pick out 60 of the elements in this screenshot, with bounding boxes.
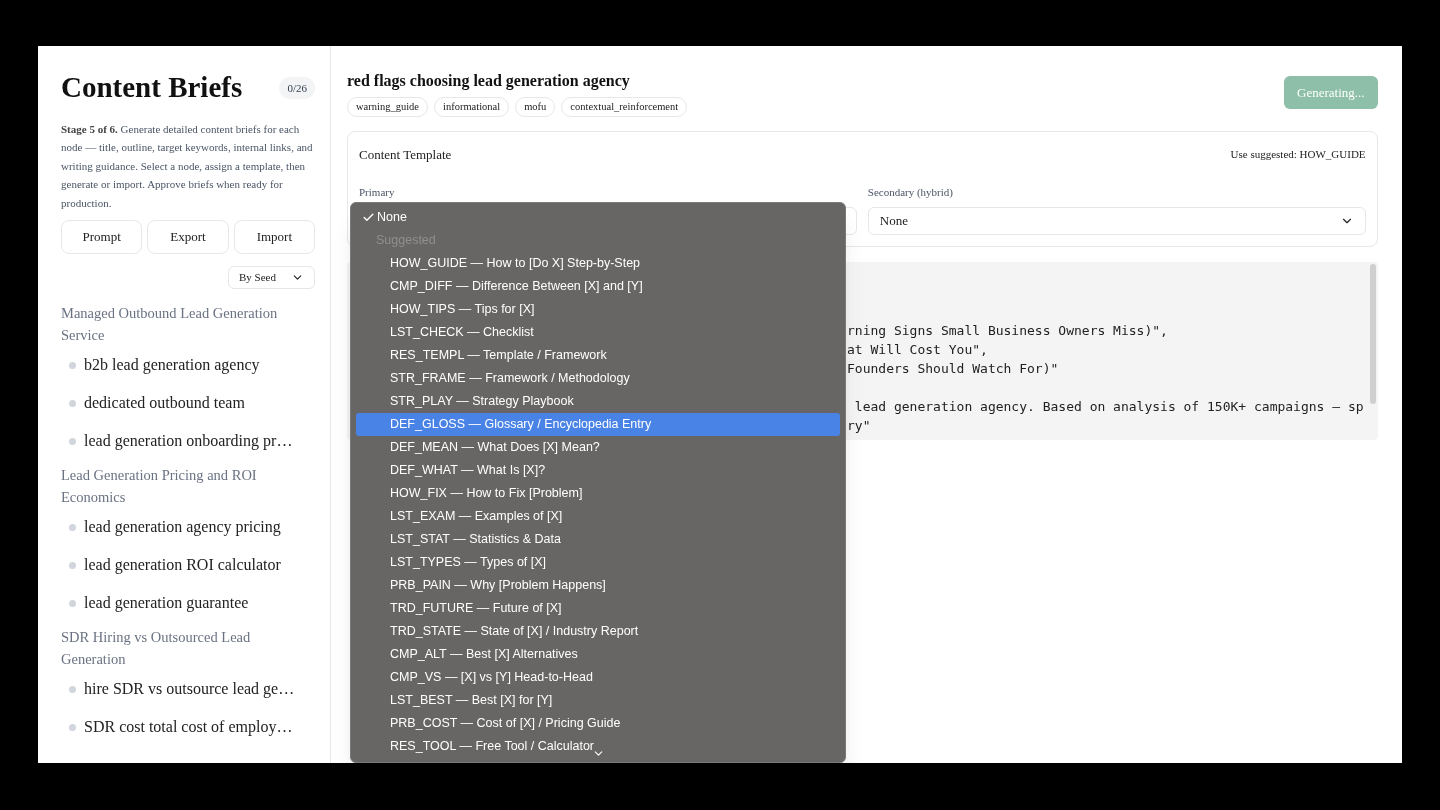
menu-option[interactable]: PRB_PAIN — Why [Problem Happens] [356, 574, 840, 597]
menu-option[interactable]: LST_BEST — Best [X] for [Y] [356, 689, 840, 712]
scrollbar-thumb[interactable] [1369, 263, 1376, 404]
page-title: Content Briefs [61, 70, 243, 105]
node-item[interactable]: hire SDR vs outsource lead ge… [61, 670, 315, 708]
node-item[interactable]: b2b lead generation agency [61, 346, 315, 384]
toolbar-button[interactable]: Import [233, 220, 315, 254]
code-line: lead generation agency. Based on analysis of 150K+ campaigns — sp [853, 397, 1364, 416]
code-line: Founders Should Watch For)" [847, 359, 1060, 378]
toolbar-button[interactable]: Export [147, 220, 229, 254]
bullet-icon [69, 599, 76, 607]
field-label: Primary [359, 185, 396, 201]
menu-option[interactable]: RES_TOOL — Free Tool / Calculator [356, 735, 840, 758]
count-badge: 0/26 [279, 76, 315, 99]
group-title: Lead Generation Pricing and ROI Economics [61, 466, 258, 507]
node-item[interactable]: lead generation agency pricing [61, 508, 315, 546]
group-title: SDR Hiring vs Outsourced Lead Generation [61, 628, 252, 669]
menu-option[interactable]: DEF_GLOSS — Glossary / Encyclopedia Entry [356, 413, 840, 436]
code-line: ry" [847, 416, 872, 435]
menu-option[interactable]: TRD_STATE — State of [X] / Industry Report [356, 620, 840, 643]
bullet-icon [69, 399, 76, 407]
menu-option[interactable]: HOW_FIX — How to Fix [Problem] [356, 482, 840, 505]
stage-description: Stage 5 of 6. Generate detailed content briefs for each node — title, outline, target keywords, internal links, and writing guidance. Select a node, assign a template, then generate or import. Approve briefs when ready for production. [61, 121, 314, 211]
sort-select[interactable]: By Seed [228, 266, 315, 289]
brief-title: red flags choosing lead generation agency [347, 71, 631, 91]
bullet-icon [69, 723, 76, 731]
bullet-icon [69, 685, 76, 693]
menu-option[interactable]: CMP_VS — [X] vs [Y] Head-to-Head [356, 666, 840, 689]
node-item[interactable]: lead generation ROI calculator [61, 546, 315, 584]
group-title: Managed Outbound Lead Generation Service [61, 304, 279, 345]
menu-option[interactable]: HOW_TIPS — Tips for [X] [356, 298, 840, 321]
bullet-icon [69, 561, 76, 569]
node-item[interactable]: lead generation onboarding pr… [61, 422, 315, 460]
code-line: at Will Cost You", [847, 340, 989, 359]
menu-option[interactable]: LST_STAT — Statistics & Data [356, 528, 840, 551]
menu-option[interactable]: LST_EXAM — Examples of [X] [356, 505, 840, 528]
menu-option[interactable]: RES_TEMPL — Template / Framework [356, 344, 840, 367]
field-label: Secondary (hybrid) [867, 185, 954, 201]
bullet-icon [69, 437, 76, 445]
secondary-select[interactable]: None [867, 206, 1366, 235]
node-item[interactable]: SDR cost total cost of employ… [61, 708, 315, 746]
node-item[interactable]: lead generation guarantee [61, 584, 315, 622]
bullet-icon [69, 523, 76, 531]
menu-option[interactable]: TRD_FUTURE — Future of [X] [356, 597, 840, 620]
card-title: Content Template [359, 145, 452, 164]
menu-option[interactable]: STR_FRAME — Framework / Methodology [356, 367, 840, 390]
menu-option[interactable]: LST_CHECK — Checklist [356, 321, 840, 344]
menu-option[interactable]: CMP_ALT — Best [X] Alternatives [356, 643, 840, 666]
bullet-icon [69, 361, 76, 369]
menu-option[interactable]: STR_PLAY — Strategy Playbook [356, 390, 840, 413]
menu-option[interactable]: CMP_DIFF — Difference Between [X] and [Y] [356, 275, 840, 298]
menu-option[interactable]: LST_TYPES — Types of [X] [356, 551, 840, 574]
suggestion-link[interactable]: Use suggested: HOW_GUIDE [1230, 146, 1366, 163]
node-item[interactable]: dedicated outbound team [61, 384, 315, 422]
check-icon [362, 211, 375, 224]
menu-option[interactable]: PRB_COST — Cost of [X] / Pricing Guide [356, 712, 840, 735]
menu-option[interactable]: DEF_WHAT — What Is [X]? [356, 459, 840, 482]
code-line: rning Signs Small Business Owners Miss)", [847, 321, 1169, 340]
toolbar-button[interactable]: Prompt [61, 220, 143, 254]
menu-option[interactable]: None [356, 206, 840, 229]
